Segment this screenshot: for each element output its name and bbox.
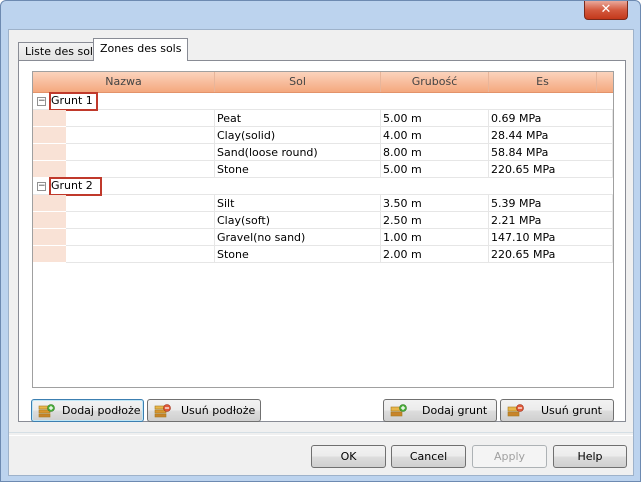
add-soil-label: Dodaj grunt: [422, 404, 488, 417]
table-row[interactable]: Gravel(no sand) 1.00 m 147.10 MPa: [33, 229, 613, 246]
table-row[interactable]: Stone 5.00 m 220.65 MPa: [33, 161, 613, 178]
group-row-grunt-1[interactable]: − Grunt 1: [33, 92, 613, 111]
collapse-icon[interactable]: −: [37, 182, 46, 191]
grid-header: Nazwa Sol Grubość Es: [33, 72, 613, 93]
cell-nazwa[interactable]: [66, 195, 215, 212]
remove-substrate-label: Usuń podłoże: [181, 404, 256, 417]
cell-sol[interactable]: Gravel(no sand): [215, 229, 381, 246]
cell-grubosc[interactable]: 5.00 m: [381, 110, 489, 127]
cell-es[interactable]: 0.69 MPa: [489, 110, 613, 127]
column-header-sol[interactable]: Sol: [215, 72, 381, 92]
cell-es[interactable]: 220.65 MPa: [489, 161, 613, 178]
close-button[interactable]: ✕: [584, 1, 628, 20]
add-substrate-label: Dodaj podłoże: [62, 404, 141, 417]
title-bar: ✕: [1, 1, 640, 28]
highlight-box: [49, 92, 98, 111]
add-soil-button[interactable]: Dodaj grunt: [383, 399, 497, 422]
group-cell: − Grunt 2: [33, 178, 613, 195]
add-layer-icon: [38, 404, 55, 418]
column-header-es[interactable]: Es: [489, 72, 597, 92]
row-stub: [33, 127, 66, 144]
cell-grubosc[interactable]: 8.00 m: [381, 144, 489, 161]
tab-panel-zones: Nazwa Sol Grubość Es − Grunt 1 Peat 5.00…: [18, 60, 626, 422]
ok-button[interactable]: OK: [311, 445, 386, 468]
dialog-client-area: Liste des sols Zones des sols Nazwa Sol …: [8, 29, 634, 476]
divider: [9, 432, 633, 436]
column-header-nazwa[interactable]: Nazwa: [33, 72, 215, 92]
table-row[interactable]: Peat 5.00 m 0.69 MPa: [33, 110, 613, 127]
cell-sol[interactable]: Clay(soft): [215, 212, 381, 229]
remove-layer-icon: [154, 404, 171, 418]
cell-es[interactable]: 220.65 MPa: [489, 246, 613, 263]
remove-soil-button[interactable]: Usuń grunt: [500, 399, 614, 422]
collapse-icon[interactable]: −: [37, 97, 46, 106]
dialog-window: ✕ Liste des sols Zones des sols Nazwa So…: [0, 0, 641, 482]
cell-nazwa[interactable]: [66, 229, 215, 246]
table-row[interactable]: Silt 3.50 m 5.39 MPa: [33, 195, 613, 212]
help-button[interactable]: Help: [553, 445, 627, 468]
cell-grubosc[interactable]: 3.50 m: [381, 195, 489, 212]
group-row-grunt-2[interactable]: − Grunt 2: [33, 177, 613, 196]
apply-button[interactable]: Apply: [472, 445, 547, 468]
cancel-button[interactable]: Cancel: [391, 445, 466, 468]
cell-es[interactable]: 5.39 MPa: [489, 195, 613, 212]
cell-grubosc[interactable]: 1.00 m: [381, 229, 489, 246]
row-stub: [33, 212, 66, 229]
cell-grubosc[interactable]: 5.00 m: [381, 161, 489, 178]
soil-zones-grid: Nazwa Sol Grubość Es − Grunt 1 Peat 5.00…: [32, 71, 614, 388]
cell-sol[interactable]: Silt: [215, 195, 381, 212]
cell-es[interactable]: 2.21 MPa: [489, 212, 613, 229]
row-stub: [33, 144, 66, 161]
cell-es[interactable]: 58.84 MPa: [489, 144, 613, 161]
row-stub: [33, 110, 66, 127]
cell-sol[interactable]: Sand(loose round): [215, 144, 381, 161]
cell-nazwa[interactable]: [66, 144, 215, 161]
cell-nazwa[interactable]: [66, 110, 215, 127]
cell-nazwa[interactable]: [66, 212, 215, 229]
highlight-box: [49, 177, 102, 196]
tab-zones-des-sols[interactable]: Zones des sols: [93, 38, 189, 61]
remove-soil-label: Usuń grunt: [541, 404, 602, 417]
cell-nazwa[interactable]: [66, 127, 215, 144]
add-substrate-button[interactable]: Dodaj podłoże: [31, 399, 144, 422]
row-stub: [33, 195, 66, 212]
group-cell: − Grunt 1: [33, 93, 613, 110]
cell-sol[interactable]: Stone: [215, 161, 381, 178]
row-stub: [33, 229, 66, 246]
remove-soil-icon: [507, 404, 524, 417]
cell-sol[interactable]: Clay(solid): [215, 127, 381, 144]
table-row[interactable]: Stone 2.00 m 220.65 MPa: [33, 246, 613, 263]
cell-grubosc[interactable]: 2.50 m: [381, 212, 489, 229]
cell-grubosc[interactable]: 2.00 m: [381, 246, 489, 263]
cell-grubosc[interactable]: 4.00 m: [381, 127, 489, 144]
row-stub: [33, 161, 66, 178]
add-soil-icon: [390, 404, 407, 417]
cell-es[interactable]: 28.44 MPa: [489, 127, 613, 144]
remove-substrate-button[interactable]: Usuń podłoże: [147, 399, 261, 422]
column-header-grubosc[interactable]: Grubość: [381, 72, 489, 92]
cell-es[interactable]: 147.10 MPa: [489, 229, 613, 246]
row-stub: [33, 246, 66, 263]
table-row[interactable]: Clay(solid) 4.00 m 28.44 MPa: [33, 127, 613, 144]
cell-nazwa[interactable]: [66, 161, 215, 178]
cell-nazwa[interactable]: [66, 246, 215, 263]
cell-sol[interactable]: Peat: [215, 110, 381, 127]
cell-sol[interactable]: Stone: [215, 246, 381, 263]
table-row[interactable]: Clay(soft) 2.50 m 2.21 MPa: [33, 212, 613, 229]
table-row[interactable]: Sand(loose round) 8.00 m 58.84 MPa: [33, 144, 613, 161]
